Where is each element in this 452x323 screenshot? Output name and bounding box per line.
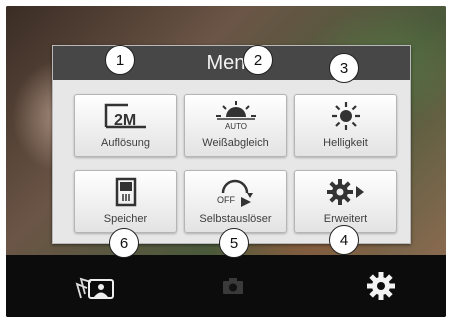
memory-card-icon: [75, 177, 176, 207]
resolution-label: Auflösung: [101, 137, 150, 149]
settings-gear-icon[interactable]: [361, 255, 401, 317]
memory-label: Speicher: [103, 213, 148, 225]
self-timer-button[interactable]: OFF Selbstauslöser: [184, 170, 287, 233]
camera-screen: Menü 2M Auflösung AUTO Weißabgleich Hell…: [6, 6, 446, 317]
brightness-label: Helligkeit: [323, 137, 368, 149]
advanced-button[interactable]: Erweitert: [294, 170, 397, 233]
self-timer-label: Selbstauslöser: [199, 213, 272, 225]
gallery-icon[interactable]: [68, 255, 124, 317]
white-balance-label: Weißabgleich: [202, 137, 269, 149]
callout-marker: 5: [219, 228, 249, 258]
advanced-gear-icon: [295, 177, 396, 207]
memory-button[interactable]: Speicher: [74, 170, 177, 233]
advanced-label: Erweitert: [323, 213, 368, 225]
resolution-icon: 2M: [75, 101, 176, 131]
callout-marker: 3: [329, 53, 359, 83]
white-balance-button[interactable]: AUTO Weißabgleich: [184, 94, 287, 157]
callout-marker: 4: [329, 225, 359, 255]
callout-marker: 1: [105, 45, 135, 75]
self-timer-icon: OFF: [185, 177, 286, 207]
svg-text:AUTO: AUTO: [224, 122, 246, 131]
brightness-button[interactable]: Helligkeit: [294, 94, 397, 157]
brightness-icon: [295, 101, 396, 131]
resolution-button[interactable]: 2M Auflösung: [74, 94, 177, 157]
svg-text:OFF: OFF: [217, 195, 235, 205]
white-balance-icon: AUTO: [185, 101, 286, 131]
callout-marker: 2: [243, 45, 273, 75]
camera-icon[interactable]: [218, 255, 248, 317]
callout-marker: 6: [109, 228, 139, 258]
bottom-bar: [6, 255, 446, 317]
svg-text:2M: 2M: [114, 112, 136, 129]
